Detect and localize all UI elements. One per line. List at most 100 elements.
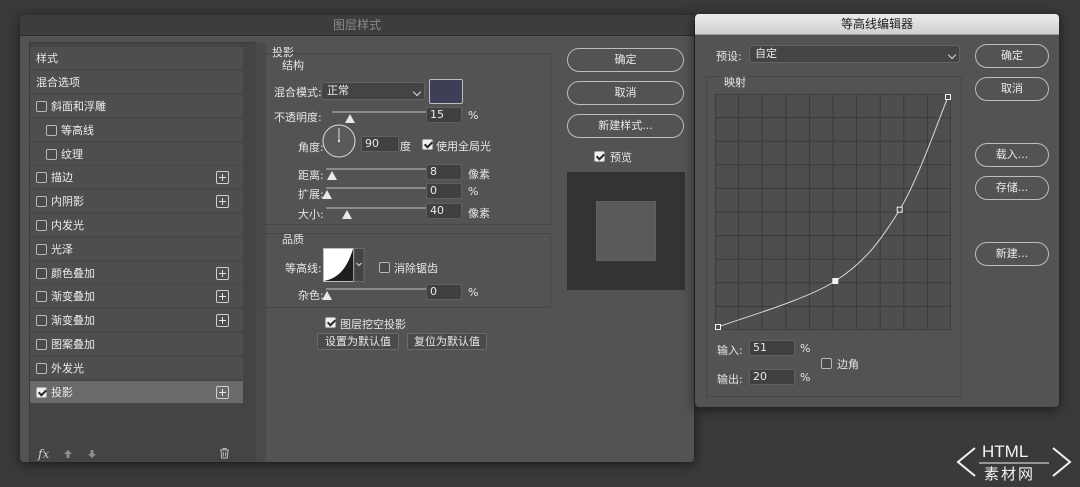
list-item[interactable]: 纹理 <box>30 142 243 166</box>
list-item[interactable]: 投影 <box>30 380 243 404</box>
opacity-slider-thumb[interactable] <box>345 114 355 123</box>
output-field[interactable]: 20 <box>749 369 795 385</box>
opacity-slider-track[interactable] <box>332 111 434 113</box>
checkbox-icon[interactable] <box>36 315 47 327</box>
new-style-button[interactable]: 新建样式... <box>567 114 684 138</box>
shadow-color-swatch[interactable] <box>429 79 463 104</box>
list-item-label: 内阴影 <box>51 195 84 209</box>
global-light-checkbox[interactable] <box>422 139 433 150</box>
list-item[interactable]: 描边 <box>30 166 243 190</box>
checkbox-icon[interactable] <box>46 148 57 160</box>
list-item[interactable]: 渐变叠加 <box>30 309 243 333</box>
angle-input[interactable]: 90 <box>361 136 399 152</box>
plus-icon[interactable] <box>216 195 229 209</box>
list-item[interactable]: 光泽 <box>30 237 243 261</box>
opacity-label: 不透明度: <box>274 111 322 124</box>
structure-panel: 结构 混合模式: 正常 不透明度: 15 % 角度: 90 度 使用全局光 距离… <box>258 53 551 225</box>
distance-unit: 像素 <box>468 168 490 181</box>
list-item[interactable]: 颜色叠加 <box>30 261 243 285</box>
plus-icon[interactable] <box>216 314 229 328</box>
noise-slider-track[interactable] <box>326 288 434 290</box>
fx-icon[interactable]: fx <box>38 447 49 461</box>
plus-icon[interactable] <box>216 171 229 185</box>
list-item-label: 纹理 <box>61 147 83 161</box>
size-slider-track[interactable] <box>326 207 434 209</box>
distance-slider-track[interactable] <box>326 168 434 170</box>
ok-button[interactable]: 确定 <box>567 48 684 72</box>
size-label: 大小: <box>298 208 324 221</box>
list-item-styles[interactable]: 样式 <box>30 47 243 70</box>
plus-icon[interactable] <box>216 385 229 399</box>
size-input[interactable]: 40 <box>426 203 462 219</box>
noise-unit: % <box>468 286 479 299</box>
layer-style-title: 图层样式 <box>20 15 694 36</box>
checkbox-icon[interactable] <box>36 243 47 255</box>
checkbox-icon[interactable] <box>36 220 47 231</box>
preset-select[interactable]: 自定 <box>749 45 960 63</box>
list-item-label: 图案叠加 <box>51 338 95 351</box>
angle-dial-icon[interactable] <box>322 124 356 161</box>
list-item[interactable]: 图案叠加 <box>30 333 243 356</box>
contour-label: 等高线: <box>285 262 322 275</box>
set-default-button[interactable]: 设置为默认值 <box>317 333 399 350</box>
list-item[interactable]: 渐变叠加 <box>30 285 243 309</box>
distance-input[interactable]: 8 <box>426 164 462 180</box>
noise-slider-thumb[interactable] <box>322 291 332 300</box>
contour-save-button[interactable]: 存储... <box>975 176 1049 200</box>
contour-ok-button[interactable]: 确定 <box>975 44 1049 68</box>
checkbox-icon[interactable] <box>36 386 47 398</box>
list-item[interactable]: 外发光 <box>30 356 243 380</box>
plus-icon[interactable] <box>216 266 229 280</box>
contour-load-button[interactable]: 载入... <box>975 143 1049 167</box>
list-item[interactable]: 内阴影 <box>30 190 243 214</box>
checkbox-icon[interactable] <box>36 291 47 303</box>
checkbox-icon[interactable] <box>36 196 47 208</box>
arrow-up-icon[interactable] <box>63 449 73 462</box>
curve-point[interactable] <box>945 94 951 100</box>
plus-icon[interactable] <box>216 290 229 304</box>
checkbox-icon[interactable] <box>36 101 47 112</box>
contour-new-button[interactable]: 新建... <box>975 242 1049 266</box>
distance-slider-thumb[interactable] <box>327 171 337 180</box>
curve-point[interactable] <box>715 324 721 330</box>
checkbox-icon[interactable] <box>36 339 47 350</box>
spread-slider-track[interactable] <box>326 187 434 189</box>
size-slider-thumb[interactable] <box>342 210 352 219</box>
layer-style-dialog: 图层样式 样式 混合选项 斜面和浮雕 等高线 纹理 描边 内阴影 内发光 光泽 颜色叠加 渐变叠… <box>20 15 694 462</box>
distance-label: 距离: <box>298 169 324 182</box>
list-item-label: 内发光 <box>51 219 84 232</box>
mapping-label: 映射 <box>722 74 748 90</box>
input-field[interactable]: 51 <box>749 340 795 356</box>
list-item[interactable]: 等高线 <box>30 118 243 142</box>
noise-input[interactable]: 0 <box>426 284 462 300</box>
arrow-down-icon[interactable] <box>87 449 97 462</box>
preview-square <box>597 202 655 260</box>
spread-slider-thumb[interactable] <box>322 190 332 199</box>
spread-input[interactable]: 0 <box>426 183 462 199</box>
checkbox-icon[interactable] <box>36 172 47 184</box>
antialias-checkbox[interactable] <box>379 262 390 273</box>
spread-label: 扩展: <box>298 188 324 201</box>
size-unit: 像素 <box>468 207 490 220</box>
contour-cancel-button[interactable]: 取消 <box>975 77 1049 101</box>
curve-point[interactable] <box>896 206 903 213</box>
contour-graph[interactable] <box>715 94 951 330</box>
list-item[interactable]: 内发光 <box>30 214 243 237</box>
contour-curve-icon[interactable] <box>323 248 365 285</box>
list-item-blend-options[interactable]: 混合选项 <box>30 71 243 94</box>
trash-icon[interactable] <box>219 447 230 462</box>
cancel-button[interactable]: 取消 <box>567 81 684 105</box>
checkbox-icon[interactable] <box>36 267 47 279</box>
knockout-checkbox[interactable] <box>325 317 336 328</box>
mapping-panel: 映射 输入: 51 % 边角 输出: 20 % <box>706 74 962 397</box>
checkbox-icon[interactable] <box>36 362 47 374</box>
list-item[interactable]: 斜面和浮雕 <box>30 95 243 118</box>
blend-mode-select[interactable]: 正常 <box>321 82 425 100</box>
structure-heading: 结构 <box>282 59 304 72</box>
opacity-input[interactable]: 15 <box>426 107 462 123</box>
curve-point[interactable] <box>832 278 839 284</box>
reset-default-button[interactable]: 复位为默认值 <box>407 333 487 350</box>
corner-checkbox[interactable] <box>821 358 832 369</box>
checkbox-icon[interactable] <box>46 124 57 136</box>
preview-checkbox[interactable] <box>594 151 605 162</box>
